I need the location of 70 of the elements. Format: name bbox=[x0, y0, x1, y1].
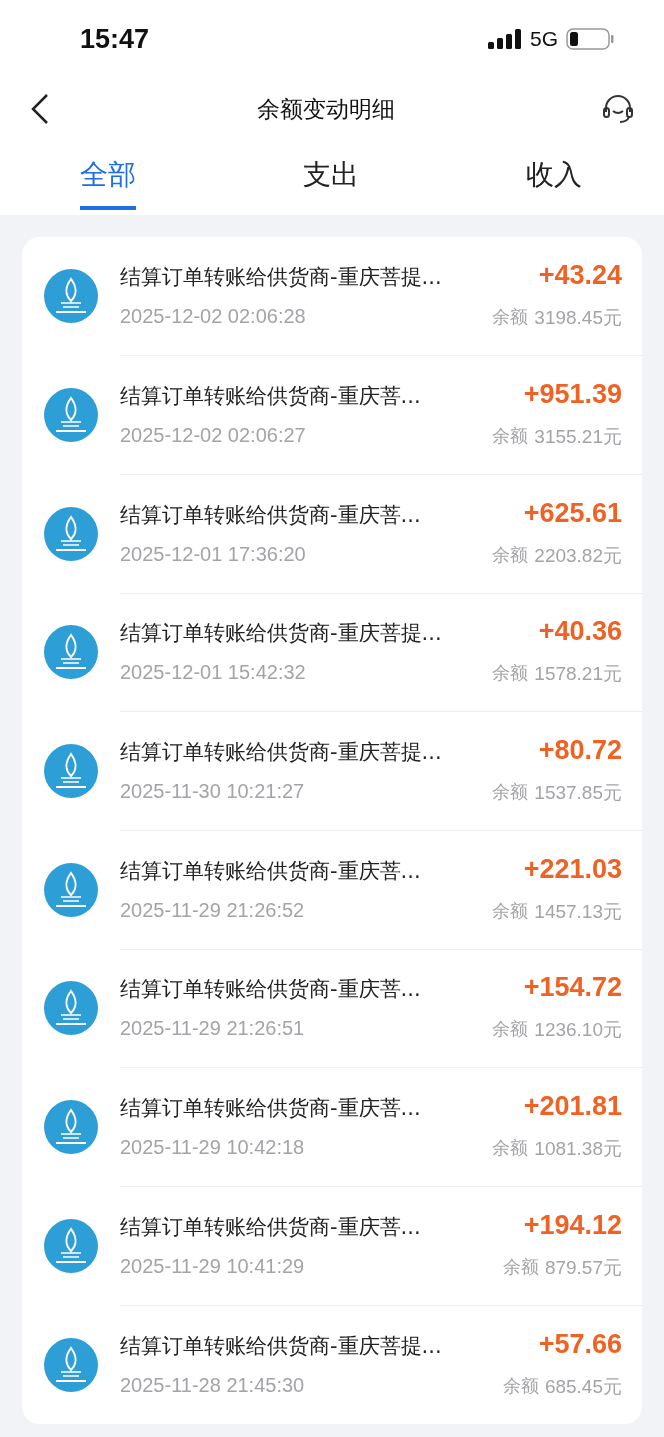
transaction-title: 结算订单转账给供货商-重庆菩提... bbox=[120, 264, 442, 292]
balance-label: 余额 bbox=[492, 661, 529, 686]
amount: +201.81 bbox=[523, 1091, 622, 1123]
battery-icon bbox=[566, 28, 614, 50]
tab[interactable]: 全部 bbox=[80, 148, 136, 210]
page-title: 余额变动明细 bbox=[257, 94, 395, 124]
logo-icon bbox=[44, 625, 98, 680]
amount: +57.66 bbox=[538, 1329, 622, 1361]
balance-value: 1457.13元 bbox=[534, 899, 622, 924]
balance-value: 2203.82元 bbox=[534, 543, 622, 568]
amount: +625.61 bbox=[523, 497, 622, 529]
transaction-time: 2025-12-02 02:06:27 bbox=[120, 424, 306, 448]
transaction-title: 结算订单转账给供货商-重庆菩... bbox=[120, 501, 421, 529]
logo-icon bbox=[44, 862, 98, 917]
amount: +40.36 bbox=[538, 616, 622, 648]
transaction-title: 结算订单转账给供货商-重庆菩... bbox=[120, 857, 421, 885]
logo-icon bbox=[44, 1100, 98, 1155]
balance-value: 1578.21元 bbox=[534, 662, 622, 687]
amount: +43.24 bbox=[538, 260, 622, 292]
logo-icon bbox=[44, 981, 98, 1036]
balance-label: 余额 bbox=[492, 305, 529, 330]
logo-icon bbox=[44, 269, 98, 324]
balance-value: 3198.45元 bbox=[534, 306, 622, 331]
balance-label: 余额 bbox=[502, 1254, 539, 1279]
amount: +951.39 bbox=[523, 379, 622, 411]
transaction-time: 2025-11-29 10:41:29 bbox=[120, 1254, 305, 1278]
balance-label: 余额 bbox=[492, 780, 529, 805]
logo-icon bbox=[44, 1218, 98, 1273]
balance-label: 余额 bbox=[492, 1136, 529, 1161]
transaction-title: 结算订单转账给供货商-重庆菩... bbox=[120, 976, 421, 1004]
balance-value: 3155.21元 bbox=[534, 425, 622, 450]
transaction-title: 结算订单转账给供货商-重庆菩... bbox=[120, 383, 421, 411]
transaction-time: 2025-11-29 10:42:18 bbox=[120, 1136, 305, 1160]
balance-label: 余额 bbox=[492, 1017, 529, 1042]
tab[interactable]: 收入 bbox=[526, 148, 582, 210]
balance-label: 余额 bbox=[502, 1374, 539, 1399]
balance-value: 1236.10元 bbox=[534, 1018, 622, 1043]
transaction-time: 2025-11-28 21:45:30 bbox=[120, 1374, 305, 1398]
transaction-time: 2025-12-01 15:42:32 bbox=[120, 661, 306, 685]
logo-icon bbox=[44, 1337, 98, 1392]
logo-icon bbox=[44, 744, 98, 799]
balance-value: 1537.85元 bbox=[534, 781, 622, 806]
logo-icon bbox=[44, 506, 98, 561]
transaction-title: 结算订单转账给供货商-重庆菩提... bbox=[120, 620, 442, 648]
amount: +221.03 bbox=[523, 853, 622, 885]
transaction-title: 结算订单转账给供货商-重庆菩... bbox=[120, 1213, 421, 1241]
tab[interactable]: 支出 bbox=[303, 148, 359, 210]
transaction-title: 结算订单转账给供货商-重庆菩提... bbox=[120, 1333, 442, 1361]
amount: +194.12 bbox=[523, 1209, 622, 1241]
transaction-time: 2025-12-02 02:06:28 bbox=[120, 305, 306, 329]
balance-value: 1081.38元 bbox=[534, 1137, 622, 1162]
balance-value: 685.45元 bbox=[544, 1375, 622, 1400]
balance-label: 余额 bbox=[492, 542, 529, 567]
transaction-time: 2025-11-29 21:26:51 bbox=[120, 1017, 305, 1041]
back-icon[interactable] bbox=[30, 93, 50, 125]
balance-value: 879.57元 bbox=[544, 1255, 622, 1280]
amount: +80.72 bbox=[538, 735, 622, 767]
transaction-title: 结算订单转账给供货商-重庆菩... bbox=[120, 1095, 421, 1123]
headset-icon[interactable] bbox=[602, 94, 634, 124]
logo-icon bbox=[44, 388, 98, 443]
balance-label: 余额 bbox=[492, 898, 529, 923]
network-label: 5G bbox=[530, 27, 558, 51]
status-time: 15:47 bbox=[80, 23, 150, 55]
transaction-time: 2025-12-01 17:36:20 bbox=[120, 542, 306, 566]
signal-icon bbox=[488, 29, 522, 49]
amount: +154.72 bbox=[523, 972, 622, 1004]
balance-label: 余额 bbox=[492, 424, 529, 449]
transaction-title: 结算订单转账给供货商-重庆菩提... bbox=[120, 739, 442, 767]
transaction-time: 2025-11-30 10:21:27 bbox=[120, 780, 305, 804]
transaction-time: 2025-11-29 21:26:52 bbox=[120, 898, 305, 922]
